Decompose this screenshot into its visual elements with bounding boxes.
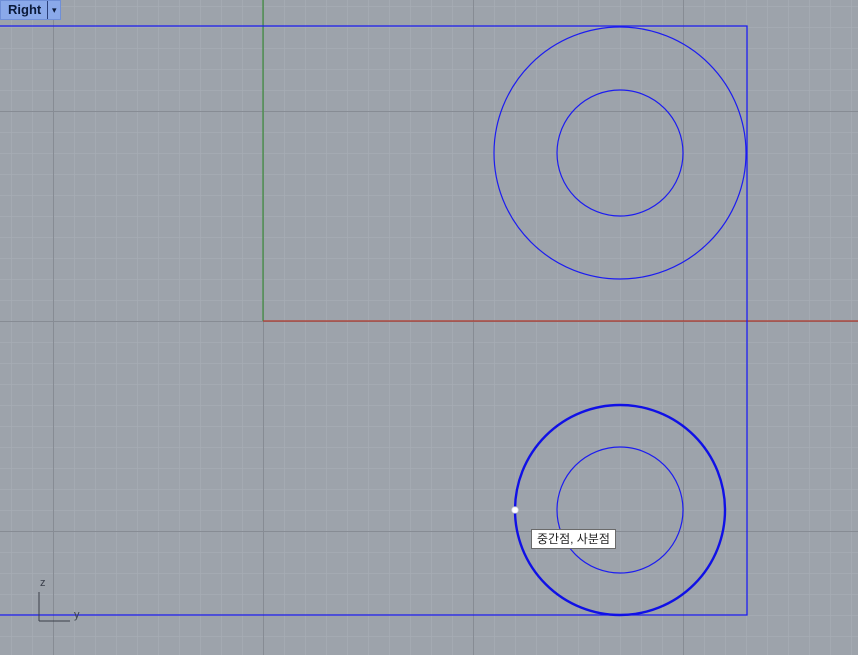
axis-widget-z-label: z <box>40 577 46 589</box>
circle-lower-inner[interactable] <box>556 446 684 574</box>
snap-point-marker <box>511 506 519 514</box>
osnap-tooltip: 중간점, 사분점 <box>531 529 616 549</box>
circle-upper-outer[interactable] <box>493 26 747 280</box>
viewport-canvas[interactable] <box>0 0 858 655</box>
viewport-name-label[interactable]: Right <box>1 1 47 19</box>
viewport-title-tab[interactable]: Right ▾ <box>0 0 62 20</box>
circle-lower-outer-selected[interactable] <box>513 403 727 617</box>
grid-major-lines <box>0 0 858 655</box>
circle-upper-inner[interactable] <box>556 89 684 217</box>
viewport-right[interactable]: Right ▾ 중간점, 사분점 z y <box>0 0 858 655</box>
triangle-down-icon[interactable]: ▾ <box>47 1 60 19</box>
axis-widget-y-label: y <box>74 609 80 621</box>
grid-minor-lines <box>0 0 858 655</box>
axis-widget <box>38 592 70 622</box>
